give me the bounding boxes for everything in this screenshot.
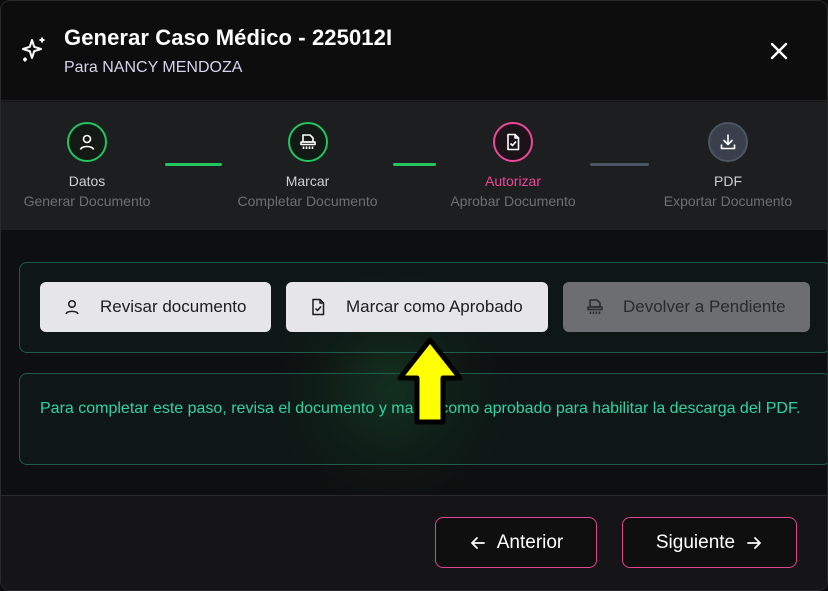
connector-1 — [165, 163, 222, 166]
mark-approved-label: Marcar como Aprobado — [346, 297, 523, 316]
revert-pending-button[interactable]: Devolver a Pendiente — [563, 282, 810, 332]
file-check-icon — [312, 298, 325, 316]
previous-button[interactable]: Anterior — [435, 517, 597, 568]
connector-2 — [393, 163, 436, 166]
modal-header: Generar Caso Médico - 225012I Para NANCY… — [1, 1, 827, 101]
pointer-arrow-icon — [397, 337, 463, 425]
sparkles-icon — [22, 37, 45, 62]
step-sublabel: Generar Documento — [23, 193, 151, 209]
step-label: PDF — [714, 173, 742, 189]
modal-subtitle: Para NANCY MENDOZA — [64, 59, 243, 76]
step-circle — [67, 122, 107, 162]
step-circle — [493, 122, 533, 162]
step-sublabel: Exportar Documento — [663, 193, 793, 209]
review-document-label: Revisar documento — [100, 297, 247, 316]
revert-pending-label: Devolver a Pendiente — [623, 297, 786, 316]
user-icon — [65, 299, 79, 315]
arrow-left-icon — [470, 536, 485, 549]
step-label: Datos — [68, 173, 106, 189]
modal-footer: Anterior Siguiente — [1, 495, 827, 590]
next-label: Siguiente — [655, 531, 736, 553]
step-sublabel: Completar Documento — [237, 193, 378, 209]
review-document-button[interactable]: Revisar documento — [40, 282, 271, 332]
close-icon[interactable] — [765, 37, 793, 65]
generate-case-modal: Generar Caso Médico - 225012I Para NANCY… — [0, 0, 828, 591]
user-icon — [79, 134, 95, 150]
file-check-icon — [507, 133, 520, 151]
download-icon — [720, 134, 736, 150]
step-marcar[interactable]: Marcar Completar Documento — [222, 122, 393, 209]
step-circle — [287, 122, 328, 162]
modal-title: Generar Caso Médico - 225012I — [64, 25, 393, 50]
step-sublabel: Aprobar Documento — [450, 193, 576, 209]
mark-approved-button[interactable]: Marcar como Aprobado — [286, 282, 548, 332]
step-autorizar[interactable]: Autorizar Aprobar Documento — [436, 122, 590, 209]
progress-stepper: Datos Generar Documento Marcar Completar… — [1, 102, 827, 230]
step-circle — [708, 122, 748, 162]
next-button[interactable]: Siguiente — [622, 517, 797, 568]
stamp-icon — [587, 299, 603, 314]
step-datos[interactable]: Datos Generar Documento — [1, 122, 173, 209]
step-pdf[interactable]: PDF Exportar Documento — [649, 122, 807, 209]
step-label: Marcar — [285, 173, 330, 189]
stamp-icon — [299, 134, 316, 149]
arrow-right-icon — [747, 536, 762, 549]
connector-3 — [590, 163, 649, 166]
step-label: Autorizar — [484, 173, 542, 189]
previous-label: Anterior — [496, 531, 564, 553]
